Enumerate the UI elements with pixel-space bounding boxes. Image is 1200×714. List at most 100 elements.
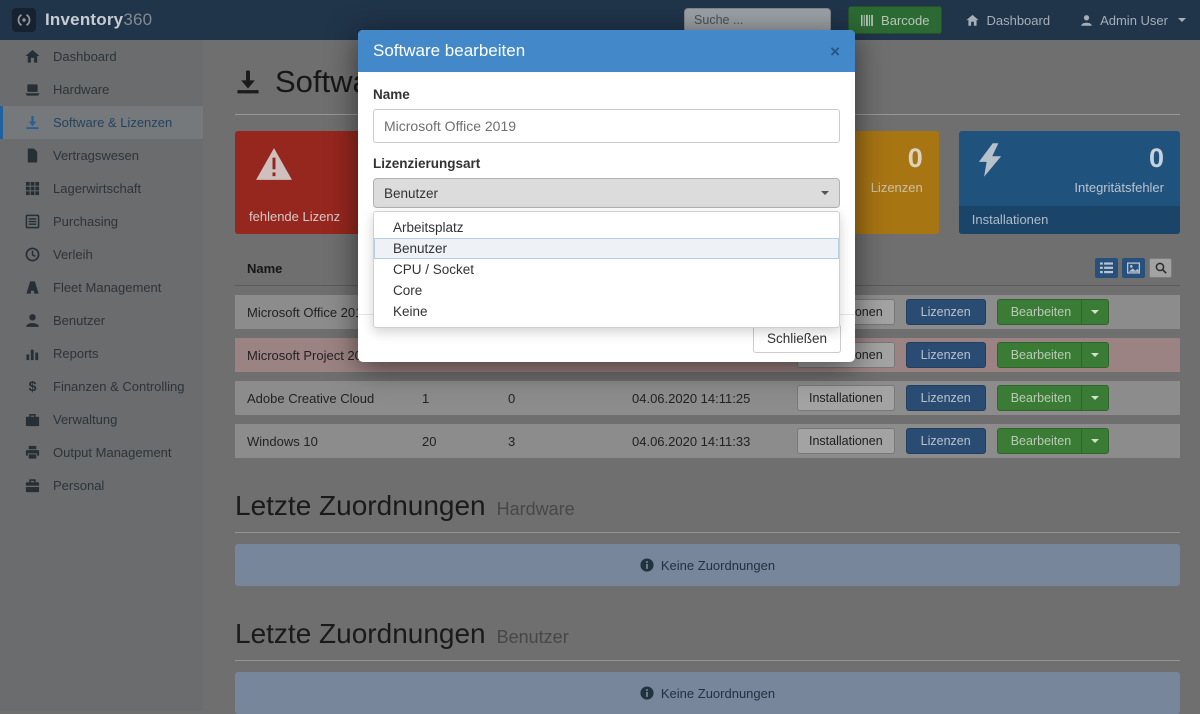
sidebar-item-output-management[interactable]: Output Management — [0, 436, 203, 469]
download-icon — [25, 115, 40, 130]
lizenzen-button[interactable]: Lizenzen — [906, 342, 986, 368]
cell-date: 04.06.2020 14:11:25 — [632, 391, 797, 406]
option-cpu-socket[interactable]: CPU / Socket — [374, 259, 839, 280]
cell-licenses: 20 — [422, 434, 508, 449]
sidebar-item-purchasing[interactable]: Purchasing — [0, 205, 203, 238]
card-value: 0 — [1149, 143, 1164, 174]
table-row[interactable]: Windows 10 20 3 04.06.2020 14:11:33 Inst… — [235, 424, 1180, 458]
bearbeiten-split-button[interactable]: Bearbeiten — [997, 428, 1109, 454]
empty-assignments-alert: Keine Zuordnungen — [235, 544, 1180, 586]
option-arbeitsplatz[interactable]: Arbeitsplatz — [374, 217, 839, 238]
briefcase-icon — [25, 412, 40, 427]
search-button[interactable] — [1149, 258, 1172, 278]
license-type-select-wrap: Benutzer Arbeitsplatz Benutzer CPU / Soc… — [373, 178, 840, 208]
sidebar-item-dashboard[interactable]: Dashboard — [0, 40, 203, 73]
table-view-icon — [1100, 262, 1113, 274]
empty-text: Keine Zuordnungen — [661, 558, 775, 573]
bearbeiten-dropdown-toggle[interactable] — [1081, 386, 1108, 410]
sidebar-item-reports[interactable]: Reports — [0, 337, 203, 370]
installationen-button[interactable]: Installationen — [797, 428, 895, 454]
option-keine[interactable]: Keine — [374, 301, 839, 322]
section-header-hardware: Letzte Zuordnungen Hardware — [235, 490, 1180, 533]
license-type-label: Lizenzierungsart — [373, 156, 840, 171]
sidebar-item-lagerwirtschaft[interactable]: Lagerwirtschaft — [0, 172, 203, 205]
bearbeiten-split-button[interactable]: Bearbeiten — [997, 299, 1109, 325]
close-icon[interactable]: × — [830, 43, 840, 60]
option-benutzer[interactable]: Benutzer — [374, 238, 839, 259]
image-icon — [1127, 262, 1140, 274]
lizenzen-button[interactable]: Lizenzen — [906, 385, 986, 411]
warning-icon — [255, 147, 293, 181]
suitcase-icon — [25, 478, 40, 493]
lizenzen-button[interactable]: Lizenzen — [906, 299, 986, 325]
app-logo — [12, 8, 36, 32]
schliessen-button[interactable]: Schließen — [753, 324, 841, 353]
grid-icon — [25, 181, 40, 196]
edit-software-modal: Software bearbeiten × Name Lizenzierungs… — [358, 30, 855, 362]
printer-icon — [25, 445, 40, 460]
sidebar-item-vertragswesen[interactable]: Vertragswesen — [0, 139, 203, 172]
svg-text:$: $ — [29, 379, 37, 394]
sidebar-item-finanzen-controlling[interactable]: $ Finanzen & Controlling — [0, 370, 203, 403]
installationen-button[interactable]: Installationen — [797, 385, 895, 411]
license-type-select[interactable]: Benutzer — [373, 178, 840, 208]
sidebar-item-personal[interactable]: Personal — [0, 469, 203, 502]
section-title: Letzte Zuordnungen — [235, 490, 486, 522]
sidebar-item-verwaltung[interactable]: Verwaltung — [0, 403, 203, 436]
card-value: 0 — [908, 143, 923, 174]
section-title: Letzte Zuordnungen — [235, 618, 486, 650]
section-header-benutzer: Letzte Zuordnungen Benutzer — [235, 618, 1180, 661]
search-icon — [1155, 262, 1167, 274]
bearbeiten-split-button[interactable]: Bearbeiten — [997, 385, 1109, 411]
home-icon — [966, 14, 979, 27]
card-footer-link[interactable]: Installationen — [959, 206, 1180, 234]
clock-icon — [25, 247, 40, 262]
list-icon — [25, 214, 40, 229]
name-field[interactable] — [373, 109, 840, 143]
user-icon — [1080, 14, 1093, 27]
cell-installs: 0 — [508, 391, 632, 406]
info-icon — [640, 558, 654, 572]
card-integrity[interactable]: 0 Integritätsfehler Installationen — [959, 131, 1180, 234]
list-view-button[interactable] — [1095, 258, 1118, 278]
bar-chart-icon — [25, 346, 40, 361]
gallery-view-button[interactable] — [1122, 258, 1145, 278]
nav-dashboard-label: Dashboard — [986, 13, 1050, 28]
bearbeiten-dropdown-toggle[interactable] — [1081, 300, 1108, 324]
sidebar-item-verleih[interactable]: Verleih — [0, 238, 203, 271]
dollar-icon: $ — [25, 379, 40, 394]
bearbeiten-split-button[interactable]: Bearbeiten — [997, 342, 1109, 368]
lizenzen-button[interactable]: Lizenzen — [906, 428, 986, 454]
download-icon — [235, 69, 261, 95]
brand-name: Inventory — [45, 10, 123, 29]
caret-down-icon — [821, 191, 829, 195]
sidebar-item-software-lizenzen[interactable]: Software & Lizenzen — [0, 106, 203, 139]
info-icon — [640, 686, 654, 700]
barcode-icon — [861, 14, 874, 27]
bolt-icon — [977, 143, 1003, 177]
nav-dashboard-link[interactable]: Dashboard — [966, 13, 1050, 28]
barcode-button[interactable]: Barcode — [848, 6, 942, 34]
nav-user-menu[interactable]: Admin User — [1080, 13, 1186, 28]
sidebar-item-benutzer[interactable]: Benutzer — [0, 304, 203, 337]
license-type-dropdown: Arbeitsplatz Benutzer CPU / Socket Core … — [373, 211, 840, 328]
name-field-label: Name — [373, 87, 840, 102]
cell-name: Adobe Creative Cloud — [247, 391, 422, 406]
row-actions: Installationen Lizenzen Bearbeiten — [797, 428, 1180, 454]
bearbeiten-dropdown-toggle[interactable] — [1081, 429, 1108, 453]
selected-option-label: Benutzer — [384, 186, 438, 201]
sidebar-item-hardware[interactable]: Hardware — [0, 73, 203, 106]
section-subtitle: Hardware — [497, 499, 575, 520]
brand-title: Inventory360 — [45, 10, 152, 30]
modal-body: Name Lizenzierungsart Benutzer Arbeitspl… — [358, 72, 855, 208]
user-icon — [25, 313, 40, 328]
section-subtitle: Benutzer — [497, 627, 569, 648]
table-row[interactable]: Adobe Creative Cloud 1 0 04.06.2020 14:1… — [235, 381, 1180, 415]
option-core[interactable]: Core — [374, 280, 839, 301]
sidebar-item-fleet-management[interactable]: Fleet Management — [0, 271, 203, 304]
caret-down-icon — [1091, 396, 1099, 400]
table-view-controls — [1095, 258, 1172, 278]
sidebar: Dashboard Hardware Software & Lizenzen V… — [0, 40, 203, 711]
search-input[interactable] — [684, 8, 831, 33]
bearbeiten-dropdown-toggle[interactable] — [1081, 343, 1108, 367]
